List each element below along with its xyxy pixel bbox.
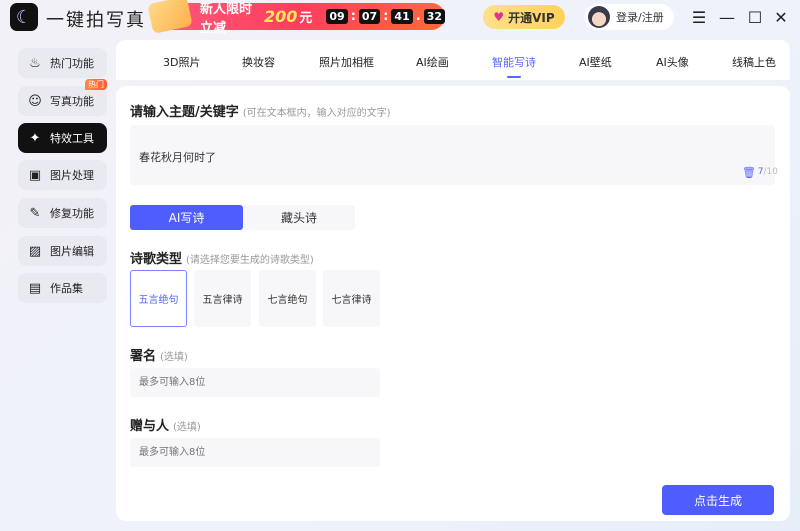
sparkle-icon: ✦ [29, 130, 41, 146]
sign-input[interactable] [130, 368, 380, 397]
tab[interactable]: 3D照片 [163, 54, 200, 70]
sidebar-item-label: 图片处理 [50, 169, 94, 182]
recipient-input[interactable] [130, 438, 380, 467]
sidebar-item-label: 图片编辑 [50, 245, 94, 258]
tab[interactable]: AI壁纸 [579, 54, 612, 70]
sign-label: 署名 (选填) [130, 345, 188, 364]
sep: : [383, 9, 389, 24]
char-count: 7/10 [758, 167, 778, 177]
sidebar-item[interactable]: ▨ 图片编辑 [18, 236, 107, 266]
sidebar-item-label: 热门功能 [50, 57, 94, 70]
promo-banner[interactable]: 新人限时立减 200 元 09: 07: 41. 32 [155, 2, 445, 36]
type-label-text: 诗歌类型 [130, 252, 183, 267]
timer-seconds: 41 [391, 9, 413, 24]
menu-icon[interactable]: ☰ [690, 8, 708, 27]
vip-diamond-icon: ♥ [493, 10, 505, 24]
topic-label: 请输入主题/关键字 (可在文本框内，输入对应的文字) [130, 101, 391, 120]
minimize-icon[interactable]: — [718, 8, 736, 27]
countdown-timer: 09: 07: 41. 32 [326, 9, 445, 24]
sidebar-item[interactable]: ♨ 热门功能 [18, 48, 107, 78]
close-icon[interactable]: ✕ [772, 8, 790, 27]
timer-centis: 32 [423, 9, 445, 24]
sidebar-item[interactable]: ▤ 作品集 [18, 273, 107, 303]
fire-icon: ♨ [29, 55, 41, 71]
trash-icon[interactable]: 🗑 [742, 166, 756, 179]
promo-amount: 200 [263, 7, 298, 26]
picture-icon: ▨ [28, 243, 42, 259]
login-label: 登录/注册 [616, 11, 664, 24]
sidebar-item-label: 写真功能 [50, 95, 94, 108]
vip-button[interactable]: ♥ 开通VIP [483, 5, 565, 29]
type-label: 诗歌类型 (请选择您要生成的诗歌类型) [130, 248, 314, 267]
image-edit-icon: ▣ [28, 167, 42, 183]
generate-button[interactable]: 点击生成 [662, 485, 774, 515]
sidebar-item[interactable]: ✦ 特效工具 [18, 123, 107, 153]
tab[interactable]: 照片加相框 [319, 54, 374, 70]
tab[interactable]: AI绘画 [416, 54, 449, 70]
hot-badge: 热门 [85, 79, 107, 90]
recipient-label-text: 赠与人 [130, 419, 170, 434]
sidebar-item[interactable]: ▣ 图片处理 [18, 160, 107, 190]
maximize-icon[interactable]: ☐ [746, 8, 764, 27]
type-option[interactable]: 七言律诗 [323, 270, 380, 327]
type-hint: (请选择您要生成的诗歌类型) [186, 255, 314, 266]
app-logo: ☾ [10, 3, 38, 31]
mode-ai-poem[interactable]: AI写诗 [130, 205, 243, 230]
tab[interactable]: AI头像 [656, 54, 689, 70]
mode-acrostic[interactable]: 藏头诗 [243, 205, 355, 230]
timer-hours: 09 [326, 9, 348, 24]
topic-label-text: 请输入主题/关键字 [130, 105, 239, 120]
tab[interactable]: 智能写诗 [492, 54, 536, 78]
sign-label-text: 署名 [130, 349, 157, 364]
sidebar-item-label: 作品集 [50, 282, 83, 295]
sidebar-item-label: 特效工具 [50, 132, 94, 145]
app-title: 一键拍写真 [46, 10, 146, 31]
avatar [588, 6, 610, 28]
sidebar-item[interactable]: ☺ 写真功能 [18, 86, 107, 116]
tab[interactable]: 换妆容 [242, 54, 275, 70]
tab[interactable]: 线稿上色 [732, 54, 776, 70]
promo-unit: 元 [299, 11, 313, 26]
sidebar-item-label: 修复功能 [50, 207, 94, 220]
vip-label: 开通VIP [508, 10, 555, 25]
login-button[interactable]: 登录/注册 [585, 4, 674, 30]
repair-icon: ✎ [29, 205, 41, 221]
type-option[interactable]: 五言律诗 [194, 270, 251, 327]
sign-hint: (选填) [160, 352, 188, 363]
topic-input[interactable]: 春花秋月何时了 [130, 125, 775, 185]
face-icon: ☺ [28, 93, 42, 109]
timer-minutes: 07 [358, 9, 381, 24]
gallery-icon: ▤ [28, 280, 42, 296]
type-option[interactable]: 五言绝句 [130, 270, 187, 327]
recipient-hint: (选填) [173, 422, 201, 433]
sidebar-item[interactable]: ✎ 修复功能 [18, 198, 107, 228]
promo-text: 新人限时立减 [200, 1, 253, 36]
recipient-label: 赠与人 (选填) [130, 415, 201, 434]
type-option[interactable]: 七言绝句 [259, 270, 316, 327]
sep: : [350, 9, 356, 24]
feature-tabs: 3D照片 换妆容 照片加相框 AI绘画 智能写诗 AI壁纸 AI头像 线稿上色 [116, 40, 790, 80]
count-max: /10 [763, 167, 778, 177]
topic-hint: (可在文本框内，输入对应的文字) [242, 108, 391, 119]
sep: . [415, 9, 421, 24]
